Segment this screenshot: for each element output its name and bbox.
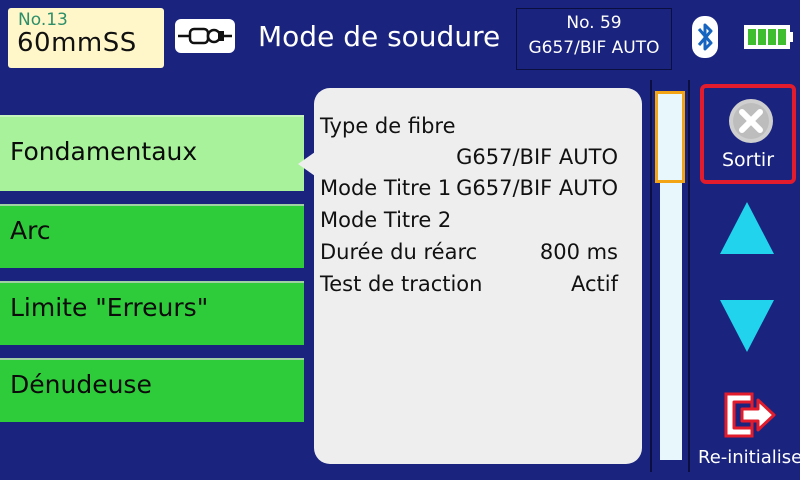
menu-item-limite-erreurs[interactable]: Limite "Erreurs" [0, 281, 304, 345]
panel-row-label: Mode Titre 2 [320, 208, 452, 232]
triangle-up-icon [720, 202, 774, 254]
panel-row: Mode Titre 1 G657/BIF AUTO [320, 176, 630, 200]
exit-button[interactable]: Sortir [700, 84, 796, 184]
panel-row-label: Mode Titre 1 [320, 176, 452, 200]
panel-row-label: Durée du réarc [320, 240, 478, 264]
menu-item-fondamentaux[interactable]: Fondamentaux [0, 115, 304, 191]
detail-panel: Type de fibre G657/BIF AUTO Mode Titre 1… [314, 88, 642, 464]
menu-item-label: Limite "Erreurs" [10, 293, 209, 322]
menu-item-label: Arc [10, 216, 51, 245]
menu-item-denudeuse[interactable]: Dénudeuse [0, 358, 304, 422]
menu-item-label: Fondamentaux [10, 137, 198, 166]
panel-row: Mode Titre 2 [320, 208, 630, 232]
cleave-program-number: No.13 [18, 10, 68, 30]
panel-row-value: Actif [570, 272, 618, 296]
panel-row: Type de fibre [320, 114, 630, 138]
menu-item-label: Dénudeuse [10, 370, 152, 399]
panel-row-value: G657/BIF AUTO [456, 145, 618, 169]
bluetooth-icon [692, 16, 718, 58]
panel-row-label: Test de traction [320, 272, 483, 296]
splice-program-box[interactable]: No. 59 G657/BIF AUTO [516, 8, 672, 70]
cleave-program-box[interactable]: No.13 60mmSS [8, 8, 164, 68]
menu-item-arc[interactable]: Arc [0, 204, 304, 268]
panel-row: Test de traction Actif [320, 272, 630, 296]
scroll-down-button[interactable] [718, 298, 776, 354]
exit-button-label: Sortir [721, 149, 775, 171]
battery-icon [744, 25, 793, 49]
page-title: Mode de soudure [258, 20, 501, 53]
splice-program-name: G657/BIF AUTO [528, 38, 660, 58]
splice-program-number: No. 59 [566, 13, 622, 33]
cleave-program-name: 60mmSS [17, 28, 137, 58]
scroll-up-button[interactable] [718, 200, 776, 256]
panel-row-value: G657/BIF AUTO [456, 176, 618, 200]
panel-row: Durée du réarc 800 ms [320, 240, 630, 264]
panel-row-label: Type de fibre [320, 114, 456, 138]
panel-pointer [298, 152, 315, 176]
exit-arrow-icon[interactable] [722, 392, 778, 438]
close-circle-icon [729, 99, 773, 143]
scrollbar-thumb[interactable] [655, 91, 685, 183]
panel-row-value: 800 ms [539, 240, 618, 264]
reset-button-label[interactable]: Re-initialise [698, 447, 800, 468]
triangle-down-icon [720, 300, 774, 352]
fiber-holder-icon [175, 19, 235, 53]
